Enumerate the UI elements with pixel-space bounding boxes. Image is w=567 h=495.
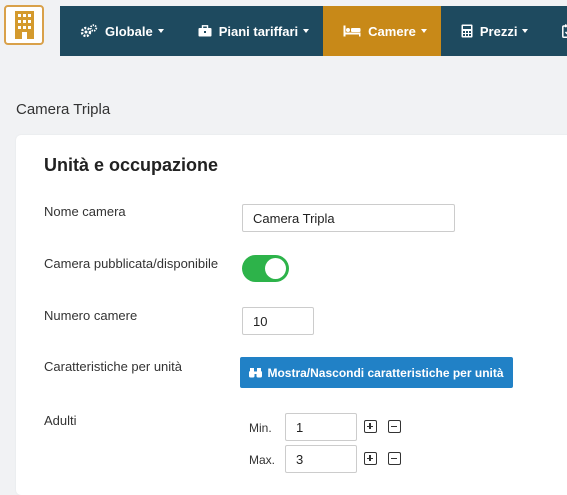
caret-down-icon — [157, 29, 164, 33]
caret-down-icon — [303, 29, 310, 33]
minus-icon[interactable] — [388, 452, 401, 465]
nav-item-globale[interactable]: Globale — [60, 6, 178, 56]
features-label: Caratteristiche per unità — [44, 359, 183, 374]
plus-icon[interactable] — [364, 452, 377, 465]
nav-label: Globale — [105, 23, 153, 39]
caret-down-icon — [420, 29, 427, 33]
nav-item-prezzi[interactable]: Prezzi — [441, 6, 543, 56]
published-label: Camera pubblicata/disponibile — [44, 256, 219, 271]
toggle-knob — [265, 258, 286, 279]
nav-item-piani-tariffari[interactable]: Piani tariffari — [178, 6, 323, 56]
adults-min-input[interactable] — [285, 413, 357, 441]
main-nav: Globale Piani tariffari Camere Prezzi — [60, 6, 567, 56]
adults-max-input[interactable] — [285, 445, 357, 473]
page-title: Camera Tripla — [16, 101, 111, 118]
adults-min-label: Min. — [249, 421, 272, 435]
adults-label: Adulti — [44, 413, 77, 428]
room-count-input[interactable] — [242, 307, 314, 335]
nav-label: Camere — [368, 23, 416, 39]
caret-down-icon — [522, 29, 529, 33]
hotel-logo-icon[interactable] — [4, 5, 44, 45]
nav-label: Prezzi — [479, 23, 518, 39]
adults-max-label: Max. — [249, 453, 276, 467]
room-count-label: Numero camere — [44, 308, 138, 323]
nav-item-more[interactable]: P — [542, 6, 567, 56]
toggle-features-button[interactable]: Mostra/Nascondi caratteristiche per unit… — [240, 357, 513, 388]
bed-icon — [343, 25, 361, 37]
briefcase-icon — [198, 25, 212, 37]
calculator-icon — [461, 24, 473, 38]
gears-icon — [80, 24, 98, 38]
nav-label: Piani tariffari — [218, 23, 299, 39]
room-name-label: Nome camera — [44, 204, 126, 219]
top-bar: Globale Piani tariffari Camere Prezzi — [0, 0, 567, 60]
room-name-input[interactable] — [242, 204, 455, 232]
plus-icon[interactable] — [364, 420, 377, 433]
published-toggle[interactable] — [242, 255, 289, 282]
button-label: Mostra/Nascondi caratteristiche per unit… — [267, 365, 504, 380]
minus-icon[interactable] — [388, 420, 401, 433]
nav-item-camere[interactable]: Camere — [323, 6, 441, 56]
section-title: Unità e occupazione — [44, 155, 219, 175]
binoculars-icon — [249, 367, 263, 378]
calendar-check-icon — [562, 24, 567, 38]
